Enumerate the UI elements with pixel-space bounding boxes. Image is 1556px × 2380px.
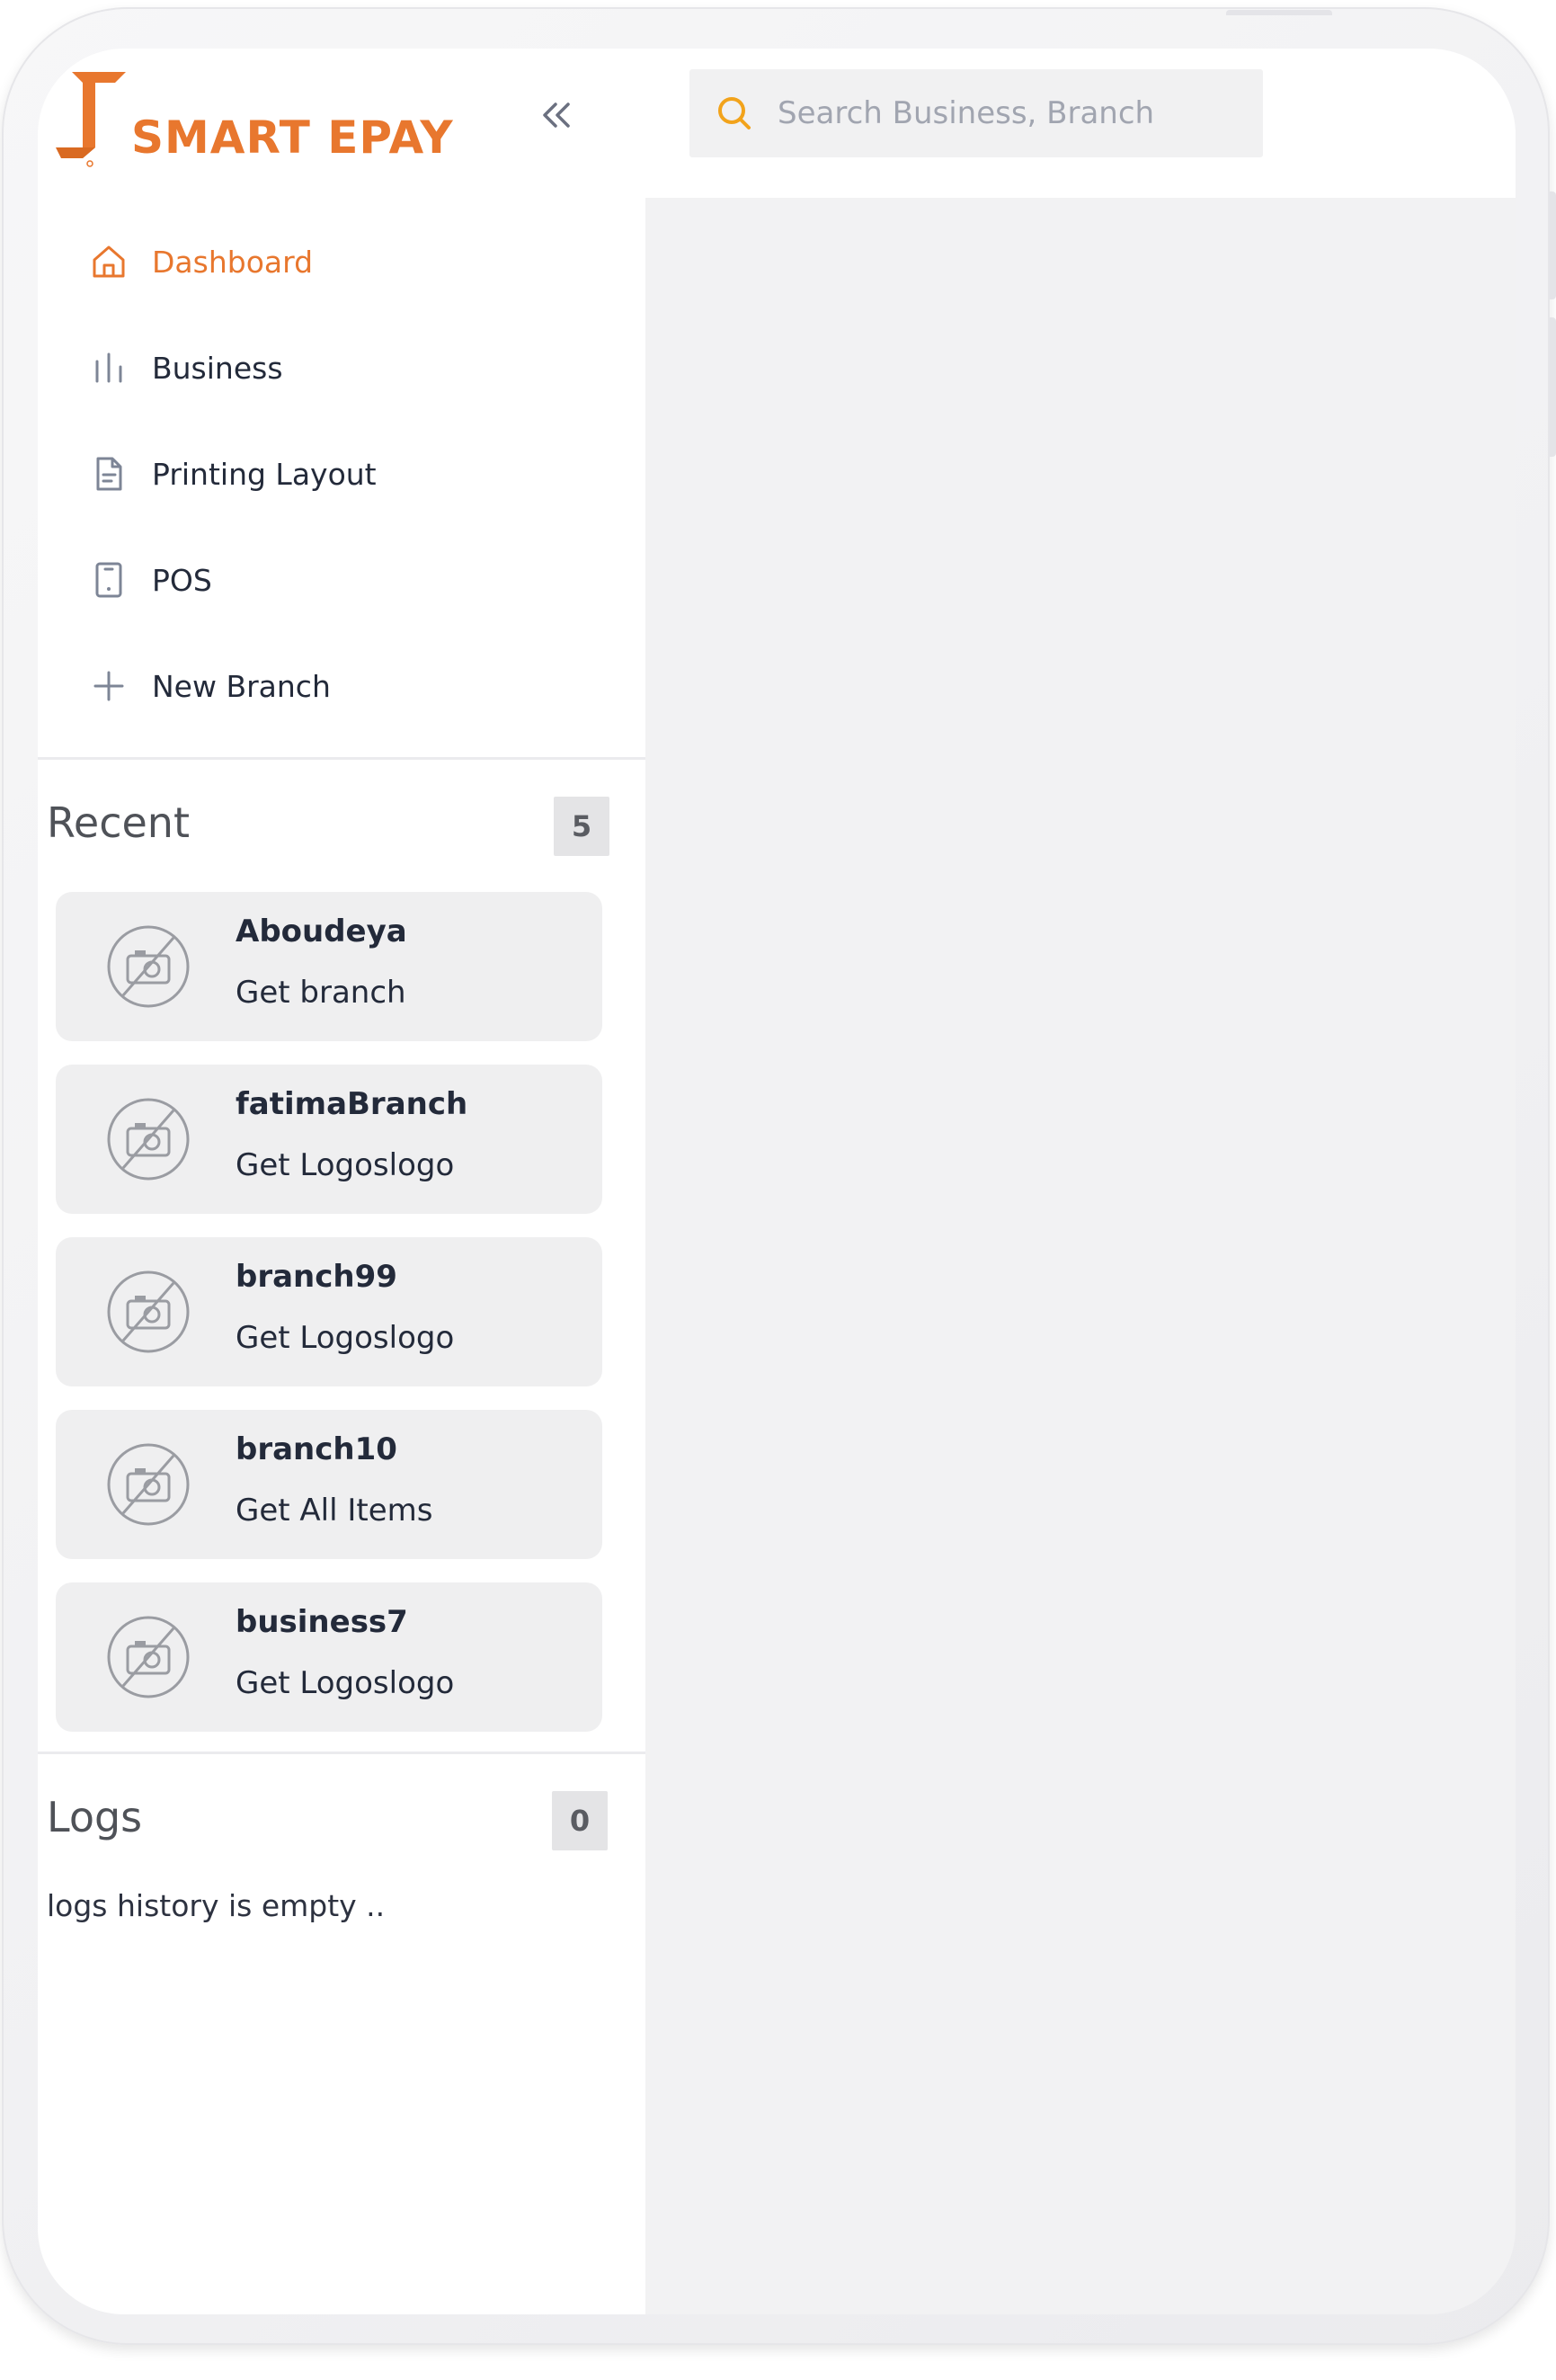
no-image-icon (107, 1270, 190, 1353)
device-side-button (1550, 192, 1556, 299)
no-image-icon (107, 1616, 190, 1698)
recent-item-title: business7 (236, 1604, 408, 1640)
sidebar-item-label: New Branch (152, 668, 331, 704)
bar-chart-icon (95, 352, 122, 383)
tablet-icon (95, 562, 122, 598)
recent-item-subtitle: Get Logoslogo (236, 1147, 455, 1183)
screen: SMART EPAY Dashboard (38, 49, 1516, 2314)
recent-item[interactable]: branch99 Get Logoslogo (56, 1237, 602, 1386)
recent-count-badge: 5 (554, 797, 609, 856)
sidebar-item-label: Printing Layout (152, 456, 377, 492)
document-icon (96, 457, 122, 491)
recent-item[interactable]: fatimaBranch Get Logoslogo (56, 1065, 602, 1214)
recent-item-title: fatimaBranch (236, 1086, 468, 1122)
recent-title: Recent (47, 798, 190, 847)
search-box[interactable] (689, 69, 1263, 157)
double-chevron-left-icon[interactable] (536, 94, 579, 137)
search-icon (718, 97, 751, 129)
search-input[interactable] (778, 86, 1173, 140)
sidebar-item-dashboard[interactable]: Dashboard (38, 209, 645, 315)
tablet-frame: SMART EPAY Dashboard (2, 7, 1556, 2345)
sidebar-item-business[interactable]: Business (38, 315, 645, 421)
recent-item[interactable]: business7 Get Logoslogo (56, 1582, 602, 1732)
logs-count-badge: 0 (552, 1791, 608, 1850)
logs-empty-message: logs history is empty .. (47, 1888, 386, 1923)
logs-title: Logs (47, 1793, 143, 1841)
recent-item-subtitle: Get All Items (236, 1493, 433, 1529)
sidebar-item-new-branch[interactable]: New Branch (38, 633, 645, 739)
divider (38, 757, 645, 760)
recent-item[interactable]: Aboudeya Get branch (56, 892, 602, 1041)
plus-icon (93, 671, 124, 701)
recent-item-subtitle: Get branch (236, 975, 406, 1011)
recent-list: Aboudeya Get branch fatimaBranch Get Log… (56, 892, 602, 1755)
no-image-icon (107, 1098, 190, 1181)
sidebar-item-label: Dashboard (152, 244, 314, 280)
no-image-icon (107, 925, 190, 1008)
brand-name: SMART EPAY (131, 111, 454, 164)
sidebar-item-label: POS (152, 562, 212, 598)
recent-item-title: Aboudeya (236, 914, 407, 949)
sidebar-item-printing-layout[interactable]: Printing Layout (38, 421, 645, 527)
sidebar-item-label: Business (152, 350, 283, 386)
device-top-button (1226, 10, 1332, 15)
no-image-icon (107, 1443, 190, 1526)
recent-item-subtitle: Get Logoslogo (236, 1665, 455, 1701)
recent-item-title: branch99 (236, 1259, 397, 1295)
sidebar-nav: Dashboard Business Printing Layout POS N… (38, 209, 645, 739)
sidebar: SMART EPAY Dashboard Business Printing L… (38, 49, 645, 2314)
sidebar-item-pos[interactable]: POS (38, 527, 645, 633)
recent-item-subtitle: Get Logoslogo (236, 1320, 455, 1356)
recent-item[interactable]: branch10 Get All Items (56, 1410, 602, 1559)
recent-item-title: branch10 (236, 1431, 397, 1467)
brand-logo[interactable]: SMART EPAY (56, 72, 487, 180)
home-icon (93, 245, 125, 278)
divider (38, 1752, 645, 1754)
device-side-button (1550, 317, 1556, 457)
